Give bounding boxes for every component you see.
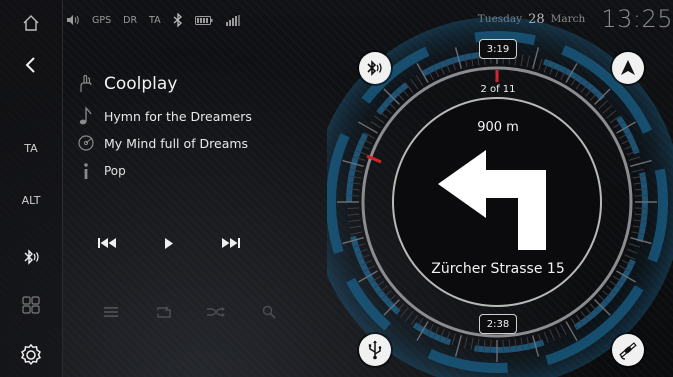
next-button[interactable]: [216, 236, 244, 250]
list-icon: [104, 307, 118, 317]
list-button[interactable]: [100, 304, 122, 320]
search-icon: [262, 305, 276, 319]
tick-mark: [489, 339, 492, 352]
genre: Pop: [104, 164, 126, 178]
play-icon: [165, 237, 173, 249]
satellite-icon: [619, 342, 637, 360]
usb-icon: [368, 340, 382, 360]
media-transport: [94, 236, 244, 250]
status-dr: DR: [123, 14, 138, 26]
bluetooth-audio-icon: [367, 60, 382, 76]
sidebar-item-ta[interactable]: TA: [0, 138, 62, 158]
genre-row: Pop: [76, 162, 126, 180]
tick-mark: [347, 207, 360, 210]
street-name: Zürcher Strasse 15: [431, 261, 565, 277]
tick-mark: [502, 339, 505, 352]
turn-distance: 900 m: [477, 120, 519, 135]
route-progress: 2 of 11: [480, 84, 516, 95]
status-ta: TA: [149, 14, 161, 26]
play-button[interactable]: [155, 236, 183, 250]
tick-mark: [634, 194, 647, 197]
artist-icon: [76, 74, 96, 94]
status-gps: GPS: [92, 14, 112, 26]
media-tools: [100, 304, 280, 320]
battery-icon: [194, 15, 213, 25]
sidebar-item-label: ALT: [21, 193, 41, 207]
tick-mark: [347, 194, 360, 197]
satellite-button[interactable]: [612, 334, 644, 366]
apps-grid-button[interactable]: [0, 292, 62, 318]
previous-button[interactable]: [94, 236, 122, 250]
time-remaining-top: 3:19: [479, 39, 517, 59]
tick-mark: [634, 207, 647, 210]
usb-button[interactable]: [359, 334, 391, 366]
time-remaining-top-label: 3:19: [486, 43, 510, 55]
navigation-mode-button[interactable]: [612, 52, 644, 84]
artist-row: Coolplay: [76, 74, 177, 94]
music-note-icon: [76, 106, 96, 126]
shuffle-icon: [207, 307, 226, 317]
info-icon: [76, 162, 96, 180]
sidebar-item-label: TA: [24, 141, 38, 155]
bluetooth-icon: [173, 13, 182, 27]
artist-name: Coolplay: [104, 74, 178, 94]
search-button[interactable]: [258, 304, 280, 320]
shuffle-button[interactable]: [205, 304, 227, 320]
next-icon: [222, 238, 240, 248]
apps-grid-icon: [22, 296, 40, 314]
nav-bluetooth-audio-button[interactable]: [359, 52, 391, 84]
disc-icon: [76, 134, 96, 152]
previous-icon: [98, 238, 116, 248]
time-remaining-bottom-label: 2:38: [486, 318, 510, 330]
bluetooth-audio-icon: [24, 249, 39, 265]
volume-icon: [67, 15, 79, 25]
back-button[interactable]: [0, 50, 62, 80]
infotainment-screen: TA ALT GPS DR TA 28 March 13:25 Coolplay…: [0, 0, 673, 377]
repeat-button[interactable]: [153, 304, 175, 320]
time-remaining-bottom: 2:38: [479, 314, 517, 334]
home-icon: [23, 15, 39, 31]
settings-gear-icon: [20, 344, 42, 366]
bluetooth-audio-button[interactable]: [0, 244, 62, 270]
navigation-arrow-icon: [621, 60, 635, 75]
track-title: My Mind full of Dreams: [104, 135, 249, 151]
sidebar-item-alt[interactable]: ALT: [0, 190, 62, 210]
repeat-icon: [156, 306, 171, 318]
home-button[interactable]: [0, 8, 62, 38]
status-bar: GPS DR TA: [66, 12, 241, 28]
track-row: My Mind full of Dreams: [76, 134, 248, 152]
signal-icon: [225, 14, 240, 26]
settings-button[interactable]: [0, 340, 62, 370]
sidebar: TA ALT: [0, 0, 63, 377]
back-icon: [25, 57, 35, 73]
album-row: Hymn for the Dreamers: [76, 106, 252, 126]
album-title: Hymn for the Dreamers: [104, 108, 252, 124]
